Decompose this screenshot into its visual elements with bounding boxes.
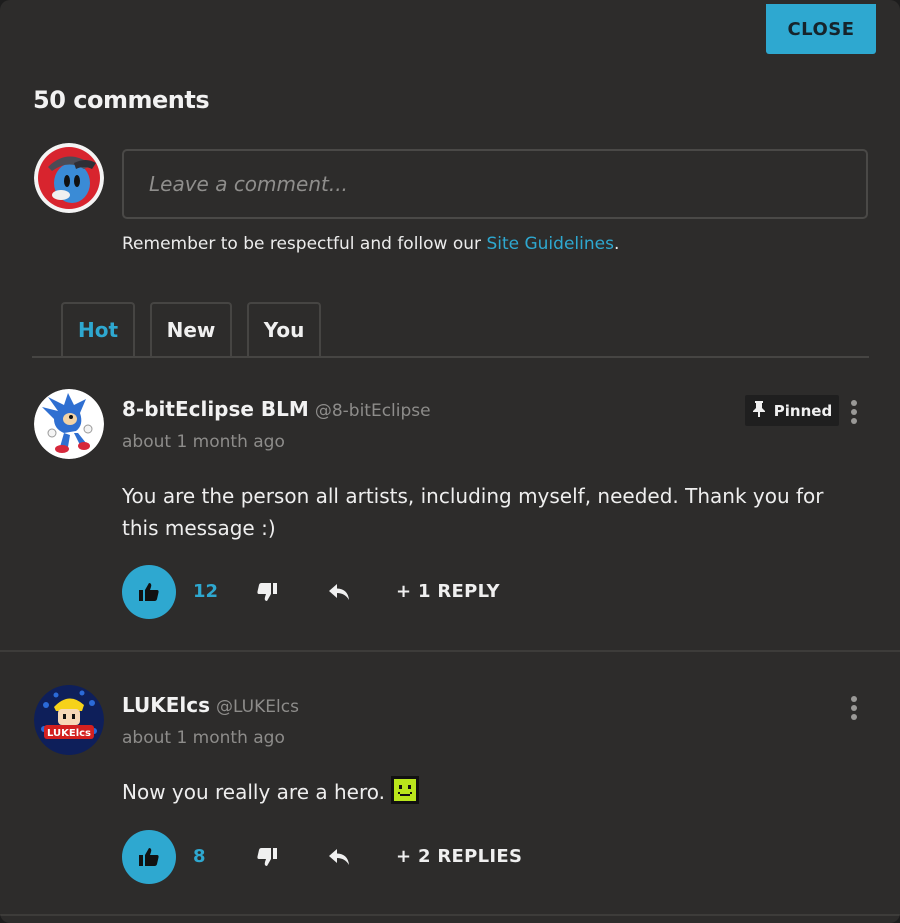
pin-icon bbox=[752, 400, 766, 421]
commenter-avatar[interactable]: LUKElcs bbox=[34, 685, 104, 755]
current-user-avatar[interactable] bbox=[34, 143, 104, 213]
note-suffix: . bbox=[613, 234, 620, 254]
guidelines-note: Remember to be respectful and follow our… bbox=[122, 234, 619, 254]
note-prefix: Remember to be respectful and follow our bbox=[122, 234, 487, 254]
comment-divider bbox=[0, 650, 900, 652]
like-count: 8 bbox=[193, 846, 206, 867]
comment-count: 50 comments bbox=[33, 86, 210, 114]
comment-divider bbox=[0, 914, 900, 916]
more-options-icon[interactable] bbox=[846, 694, 862, 722]
view-replies-button[interactable]: + 2 REPLIES bbox=[396, 846, 522, 867]
sort-tabs: Hot New You bbox=[32, 302, 869, 358]
author-name[interactable]: 8-bitEclipse BLM bbox=[122, 397, 309, 421]
comment-author[interactable]: 8-bitEclipse BLM @8-bitEclipse bbox=[122, 397, 431, 421]
comment-time: about 1 month ago bbox=[122, 728, 285, 748]
comments-panel: CLOSE 50 comments Remember to be respect… bbox=[0, 0, 900, 923]
author-handle: @8-bitEclipse bbox=[314, 401, 431, 421]
comment-text: Now you really are a hero. bbox=[122, 776, 862, 813]
comment-input[interactable] bbox=[122, 149, 868, 219]
comment-author[interactable]: LUKElcs @LUKElcs bbox=[122, 693, 299, 717]
pinned-badge: Pinned bbox=[745, 395, 839, 426]
reply-button[interactable] bbox=[326, 844, 352, 870]
more-options-icon[interactable] bbox=[846, 398, 862, 426]
dislike-button[interactable] bbox=[254, 844, 280, 870]
close-button[interactable]: CLOSE bbox=[766, 4, 876, 54]
comment-time: about 1 month ago bbox=[122, 432, 285, 452]
like-button[interactable] bbox=[122, 830, 176, 884]
reply-button[interactable] bbox=[326, 579, 352, 605]
reply-icon bbox=[329, 849, 349, 865]
comment-text-content: Now you really are a hero. bbox=[122, 780, 385, 804]
author-handle: @LUKElcs bbox=[216, 697, 299, 717]
svg-text:LUKElcs: LUKElcs bbox=[47, 728, 91, 739]
thumbs-down-icon bbox=[257, 848, 277, 866]
like-button[interactable] bbox=[122, 565, 176, 619]
like-count: 12 bbox=[193, 581, 219, 602]
comment-text: You are the person all artists, includin… bbox=[122, 484, 824, 540]
commenter-avatar[interactable] bbox=[34, 389, 104, 459]
thumbs-down-icon bbox=[257, 583, 277, 601]
tab-hot[interactable]: Hot bbox=[61, 302, 135, 356]
view-replies-button[interactable]: + 1 REPLY bbox=[396, 581, 500, 602]
site-guidelines-link[interactable]: Site Guidelines bbox=[486, 234, 614, 254]
dislike-button[interactable] bbox=[254, 579, 280, 605]
thumbs-up-icon bbox=[139, 848, 159, 866]
tab-you[interactable]: You bbox=[247, 302, 321, 356]
pinned-label: Pinned bbox=[773, 401, 833, 420]
tab-new[interactable]: New bbox=[150, 302, 232, 356]
smiley-emote-icon bbox=[391, 776, 419, 813]
author-name[interactable]: LUKElcs bbox=[122, 693, 210, 717]
reply-icon bbox=[329, 584, 349, 600]
thumbs-up-icon bbox=[139, 583, 159, 601]
